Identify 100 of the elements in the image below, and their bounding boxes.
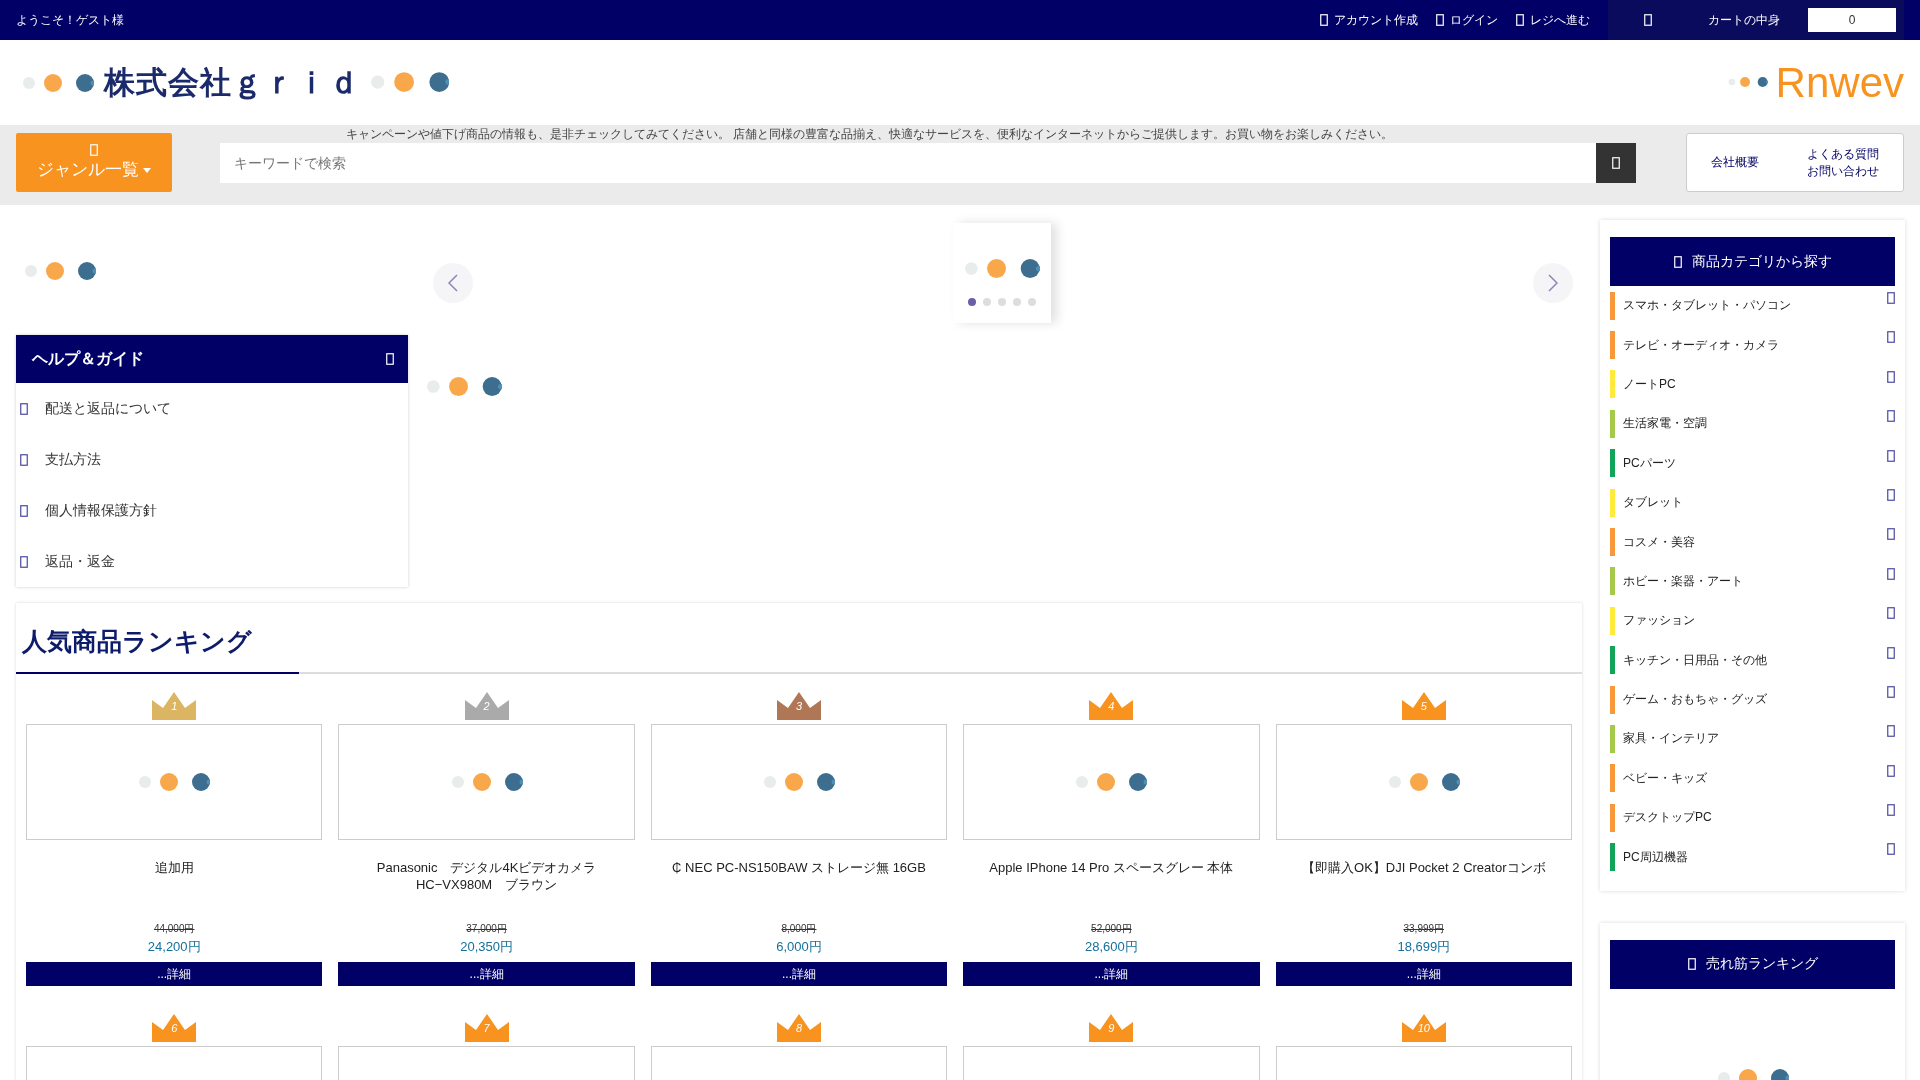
help-title: ヘルプ＆ガイド [32, 348, 144, 369]
category-link[interactable]: ゲーム・おもちゃ・グッズ [1610, 679, 1895, 720]
sale-price: 28,600円 [1085, 938, 1138, 956]
prev-arrow-button[interactable] [433, 263, 473, 303]
category-link[interactable]: 家具・インテリア [1610, 719, 1895, 759]
loading-dots-icon [426, 375, 502, 399]
category-link[interactable]: ファッション [1610, 601, 1895, 641]
loading-dots-icon [138, 771, 211, 793]
glyph-box-icon [1612, 157, 1620, 169]
search-field[interactable]: キーワードで検索 [220, 143, 1596, 183]
rank-number: 10 [1416, 1022, 1431, 1034]
original-price: 8,000円 [781, 922, 817, 936]
glyph-box-icon [1887, 331, 1895, 344]
brand-logo: Rnwev [1775, 58, 1904, 107]
chevron-right-icon [1548, 274, 1558, 292]
glyph-box-icon [1687, 958, 1696, 971]
glyph-box-icon [20, 453, 28, 466]
category-link[interactable]: デスクトップPC [1610, 798, 1895, 838]
cart-label: カートの中身 [1708, 11, 1780, 29]
bestseller-title: 売れ筋ランキング [1705, 955, 1818, 974]
help-link[interactable]: 個人情報保護方針 [16, 485, 408, 536]
category-link[interactable]: PC周辺機器 [1610, 837, 1895, 877]
help-link[interactable]: 配送と返品について [16, 383, 408, 434]
category-link[interactable]: PCパーツ [1610, 443, 1895, 483]
next-arrow-button[interactable] [1533, 263, 1573, 303]
detail-button[interactable]: ...詳細 [338, 962, 635, 986]
original-price: 44,000円 [153, 922, 195, 936]
rank-number: 1 [170, 700, 179, 712]
top-link[interactable]: ログイン [1436, 11, 1498, 29]
loading-dots-icon [24, 260, 96, 282]
help-link[interactable]: 支払方法 [16, 434, 408, 485]
sale-price: 20,350円 [460, 938, 513, 956]
product-image[interactable] [650, 724, 948, 840]
glyph-box-icon [1887, 646, 1895, 659]
glyph-box-icon [386, 353, 394, 365]
glyph-box-icon [1887, 528, 1895, 541]
help-link[interactable]: 返品・返金 [16, 536, 408, 587]
product-image[interactable] [26, 724, 323, 840]
product-name: Panasonic デジタル4Kビデオカメラ HC−VX980M ブラウン [375, 860, 598, 894]
company-name: 株式会社ｇｒｉｄ [104, 63, 360, 102]
loading-dots-icon [763, 771, 835, 793]
loading-dots-icon [450, 771, 523, 793]
rank-number: 5 [1419, 700, 1428, 712]
glyph-box-icon [1887, 370, 1895, 383]
glyph-box-icon [1887, 843, 1895, 856]
category-link[interactable]: ベビー・キッズ [1610, 758, 1895, 799]
original-price: 52,000円 [1091, 922, 1132, 936]
glyph-box-icon [1887, 764, 1895, 777]
product-image[interactable] [1275, 724, 1572, 840]
glyph-box-icon [1516, 14, 1524, 26]
glyph-box-icon [1887, 725, 1895, 738]
info-link[interactable]: 会社概要 [1711, 154, 1759, 171]
glyph-box-icon [1887, 292, 1895, 304]
detail-button[interactable]: ...詳細 [1275, 962, 1572, 986]
glyph-box-icon [1644, 14, 1652, 26]
loading-dots-icon [1387, 771, 1460, 793]
sale-price: 18,699円 [1397, 938, 1451, 956]
pagination-dot[interactable] [998, 298, 1006, 307]
glyph-box-icon [1887, 567, 1895, 580]
product-name: ₵ NEC PC-NS150BAW ストレージ無 16GB [671, 860, 927, 877]
category-link[interactable]: タブレット [1610, 482, 1895, 523]
original-price: 33,999円 [1403, 922, 1445, 936]
glyph-box-icon [1887, 449, 1895, 462]
top-link[interactable]: レジへ進む [1516, 11, 1590, 29]
info-link[interactable]: よくある質問 お問い合わせ [1807, 146, 1879, 179]
product-image[interactable] [963, 724, 1260, 840]
original-price: 37,000円 [466, 922, 507, 936]
category-link[interactable]: ホビー・楽器・アート [1610, 561, 1895, 602]
pagination-dot[interactable] [1013, 298, 1021, 307]
rank-number: 9 [1107, 1022, 1116, 1034]
category-link[interactable]: ノートPC [1610, 364, 1895, 405]
product-image[interactable] [338, 724, 635, 840]
glyph-box-icon [1887, 804, 1895, 817]
glyph-box-icon [1887, 410, 1895, 423]
category-link[interactable]: コスメ・美容 [1610, 522, 1895, 562]
product-name: Apple IPhone 14 Pro スペースグレー 本体 [988, 860, 1235, 877]
cart-count-field: 0 [1808, 8, 1896, 32]
top-link[interactable]: アカウント作成 [1320, 11, 1418, 29]
pagination-dot[interactable] [983, 298, 991, 307]
detail-button[interactable]: ...詳細 [963, 962, 1260, 986]
category-link[interactable]: 生活家電・空調 [1610, 404, 1895, 444]
search-button[interactable] [1596, 143, 1636, 183]
sale-price: 24,200円 [147, 938, 201, 956]
tagline: キャンペーンや値下げ商品の情報も、是非チェックしてみてください。 店舗と同様の豊富な品揃え、快適なサービスを、便利なインターネットからご提供します。お買い物をお楽しみください。 [346, 126, 1394, 143]
rank-number: 8 [794, 1022, 804, 1034]
pagination-dot[interactable] [968, 298, 976, 307]
loading-dots-icon [964, 257, 1040, 281]
product-name: 追加用 [153, 860, 195, 877]
glyph-box-icon [20, 504, 28, 517]
detail-button[interactable]: ...詳細 [650, 962, 948, 986]
loading-dots-icon [1728, 76, 1768, 89]
category-link[interactable]: キッチン・日用品・その他 [1610, 640, 1895, 680]
glyph-box-icon [1673, 255, 1682, 268]
pagination-dot[interactable] [1028, 298, 1036, 307]
detail-button[interactable]: ...詳細 [26, 962, 323, 986]
help-header[interactable]: ヘルプ＆ガイド [16, 335, 408, 383]
category-link[interactable]: テレビ・オーディオ・カメラ [1610, 325, 1895, 365]
glyph-box-icon [20, 402, 28, 415]
loading-dots-icon [22, 71, 94, 94]
category-link[interactable]: スマホ・タブレット・パソコン [1610, 286, 1895, 326]
